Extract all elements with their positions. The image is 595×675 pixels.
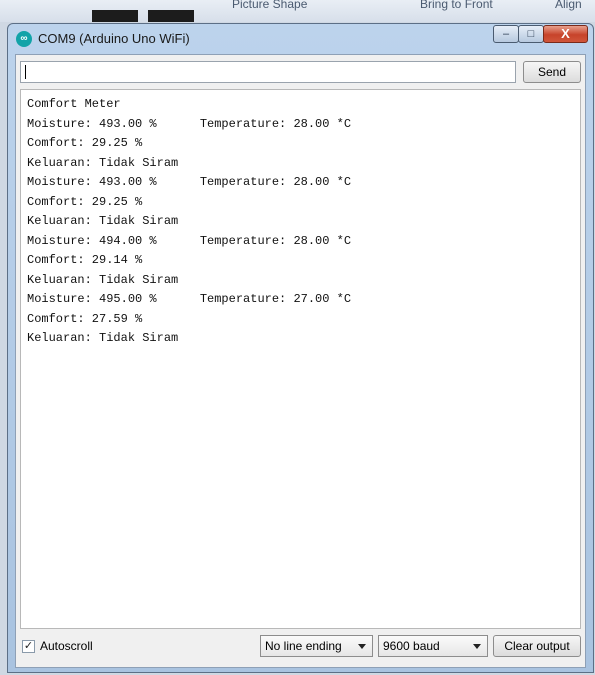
ribbon-align[interactable]: Align: [555, 0, 582, 11]
baud-rate-select[interactable]: 9600 baud: [378, 635, 488, 657]
serial-monitor-client: Send Comfort Meter Moisture: 493.00 % Tem…: [15, 54, 586, 668]
send-button[interactable]: Send: [523, 61, 581, 83]
chevron-down-icon: [358, 644, 366, 649]
background-dark-block: [92, 10, 138, 22]
serial-input[interactable]: [20, 61, 516, 83]
output-line: Comfort: 29.25 %: [27, 136, 143, 150]
send-row: Send: [20, 61, 581, 85]
maximize-button[interactable]: □: [518, 25, 544, 43]
serial-output[interactable]: Comfort Meter Moisture: 493.00 % Temperat…: [20, 89, 581, 629]
footer-bar: ✓ Autoscroll No line ending 9600 baud Cl…: [20, 635, 581, 659]
background-ribbon: Picture Shape Bring to Front Align: [0, 0, 595, 22]
output-line: Keluaran: Tidak Siram: [27, 214, 179, 228]
output-line: Comfort Meter: [27, 97, 121, 111]
output-line: Keluaran: Tidak Siram: [27, 331, 179, 345]
autoscroll-checkbox[interactable]: ✓: [22, 640, 35, 653]
window-title: COM9 (Arduino Uno WiFi): [38, 31, 190, 46]
serial-monitor-window: ∞ COM9 (Arduino Uno WiFi) – □ X Send Com…: [7, 23, 594, 673]
close-button[interactable]: X: [543, 25, 588, 43]
output-line: Moisture: 493.00 % Temperature: 28.00 *C: [27, 175, 352, 189]
ribbon-bring-to-front[interactable]: Bring to Front: [420, 0, 493, 11]
baud-rate-value: 9600 baud: [383, 639, 440, 653]
output-line: Moisture: 495.00 % Temperature: 27.00 *C: [27, 292, 352, 306]
line-ending-value: No line ending: [265, 639, 342, 653]
autoscroll-label: Autoscroll: [40, 639, 93, 653]
output-line: Comfort: 29.14 %: [27, 253, 143, 267]
background-dark-block: [148, 10, 194, 22]
clear-output-button[interactable]: Clear output: [493, 635, 581, 657]
output-line: Keluaran: Tidak Siram: [27, 272, 179, 287]
output-line: Keluaran: Tidak Siram: [27, 155, 179, 170]
arduino-icon: ∞: [16, 31, 32, 47]
text-caret: [25, 65, 26, 79]
title-bar[interactable]: ∞ COM9 (Arduino Uno WiFi) – □ X: [8, 24, 593, 50]
output-line: Comfort: 27.59 %: [27, 311, 143, 326]
chevron-down-icon: [473, 644, 481, 649]
output-line: Comfort: 29.25 %: [27, 194, 143, 209]
output-line: Moisture: 493.00 % Temperature: 28.00 *C: [27, 116, 352, 131]
output-line: Moisture: 494.00 % Temperature: 28.00 *C: [27, 233, 352, 248]
ribbon-picture-shape[interactable]: Picture Shape: [232, 0, 307, 11]
line-ending-select[interactable]: No line ending: [260, 635, 373, 657]
minimize-button[interactable]: –: [493, 25, 519, 43]
